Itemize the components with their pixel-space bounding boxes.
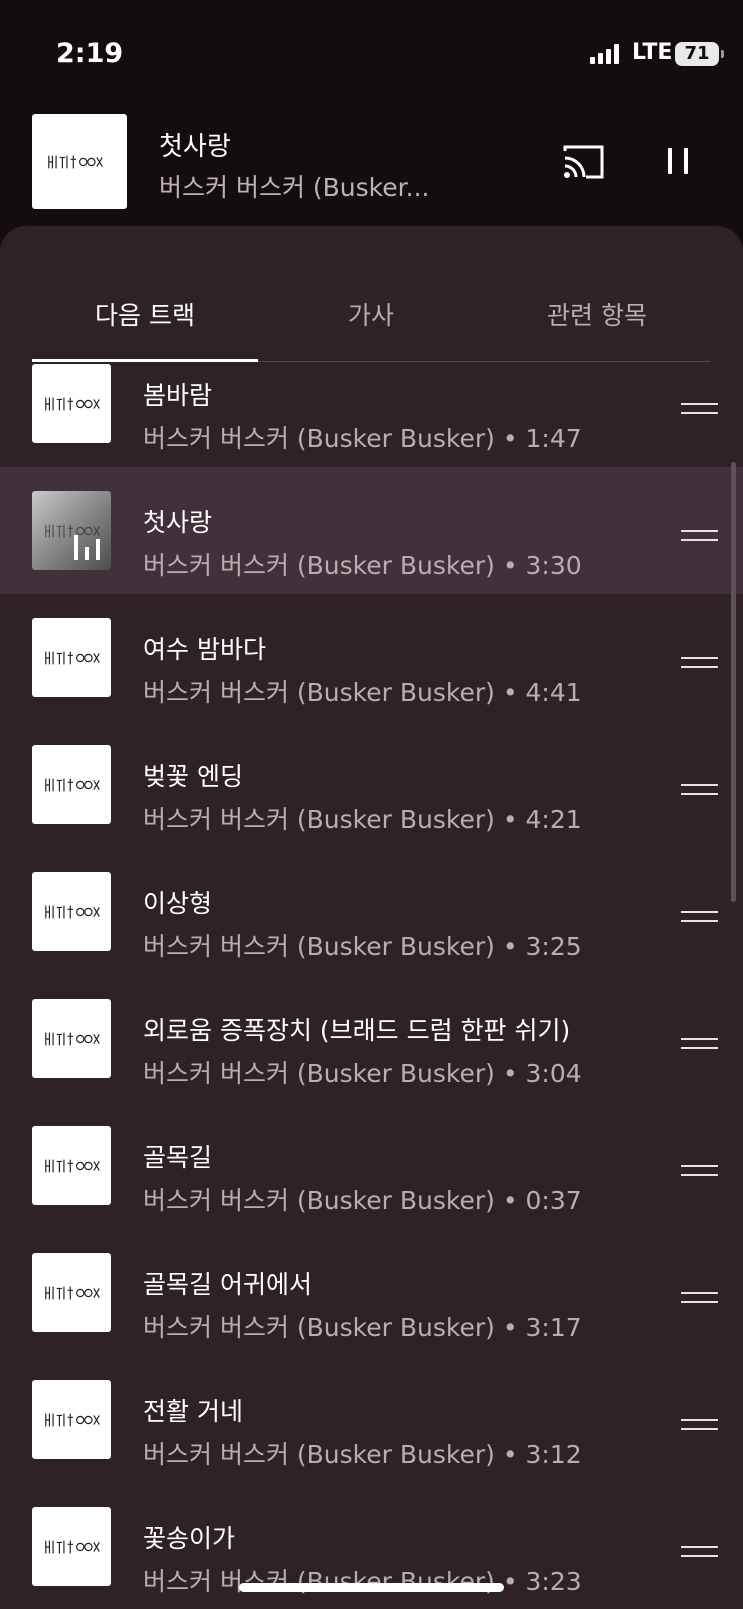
now-playing-artist[interactable]: 버스커 버스커 (Busker... [159, 168, 429, 204]
cast-icon [563, 145, 604, 179]
track-title: 골목길 어귀에서 [143, 1270, 312, 1299]
track-title: 벚꽃 엔딩 [143, 762, 243, 791]
track-thumbnail [32, 491, 111, 570]
track-thumbnail [32, 745, 111, 824]
album-logo-icon [45, 1540, 100, 1554]
track-title: 첫사랑 [143, 508, 213, 537]
drag-handle-icon[interactable] [681, 1543, 718, 1559]
queue-sheet: 다음 트랙 가사 관련 항목 봄바람 버스커 버스커 (Busker Buske… [0, 226, 743, 1609]
album-logo-icon [45, 651, 100, 665]
queue-item[interactable]: 전활 거네 버스커 버스커 (Busker Busker) • 3:12 [0, 1356, 743, 1483]
album-logo-icon [45, 397, 100, 411]
tab-bar: 다음 트랙 가사 관련 항목 [0, 226, 743, 362]
queue-item[interactable]: 여수 밤바다 버스커 버스커 (Busker Busker) • 4:41 [0, 594, 743, 721]
track-subtitle: 버스커 버스커 (Busker Busker) • 0:37 [143, 1186, 582, 1215]
cellular-signal-icon [590, 44, 622, 64]
home-indicator[interactable] [239, 1583, 504, 1592]
drag-handle-icon[interactable] [681, 527, 718, 543]
queue-item[interactable]: 골목길 어귀에서 버스커 버스커 (Busker Busker) • 3:17 [0, 1229, 743, 1356]
track-subtitle: 버스커 버스커 (Busker Busker) • 4:21 [143, 805, 582, 834]
track-thumbnail [32, 999, 111, 1078]
drag-handle-icon[interactable] [681, 400, 718, 416]
album-logo-icon [45, 1413, 100, 1427]
queue-item[interactable]: 이상형 버스커 버스커 (Busker Busker) • 3:25 [0, 848, 743, 975]
track-title: 골목길 [143, 1143, 213, 1172]
track-title: 외로움 증폭장치 (브래드 드럼 한판 쉬기) [143, 1016, 571, 1045]
track-thumbnail [32, 618, 111, 697]
drag-handle-icon[interactable] [681, 1416, 718, 1432]
track-subtitle: 버스커 버스커 (Busker Busker) • 1:47 [143, 424, 582, 453]
cast-button[interactable] [562, 144, 606, 180]
track-subtitle: 버스커 버스커 (Busker Busker) • 3:17 [143, 1313, 582, 1342]
track-title: 꽃송이가 [143, 1524, 236, 1553]
queue-item-current[interactable]: 첫사랑 버스커 버스커 (Busker Busker) • 3:30 [0, 467, 743, 594]
track-title: 전활 거네 [143, 1397, 243, 1426]
status-time: 2:19 [56, 38, 124, 69]
drag-handle-icon[interactable] [681, 654, 718, 670]
track-title: 이상형 [143, 889, 213, 918]
album-logo-icon [45, 778, 100, 792]
track-title: 여수 밤바다 [143, 635, 266, 664]
queue-item[interactable]: 벚꽃 엔딩 버스커 버스커 (Busker Busker) • 4:21 [0, 721, 743, 848]
now-playing-title[interactable]: 첫사랑 [159, 126, 231, 163]
track-thumbnail [32, 364, 111, 443]
battery-icon: 71 [675, 42, 724, 66]
album-logo-icon [45, 1032, 100, 1046]
drag-handle-icon[interactable] [681, 1162, 718, 1178]
mini-player[interactable]: 첫사랑 버스커 버스커 (Busker... [0, 108, 743, 218]
pause-icon [668, 148, 672, 174]
status-bar: 2:19 LTE 71 [0, 0, 743, 100]
network-type: LTE [632, 40, 673, 65]
drag-handle-icon[interactable] [681, 781, 718, 797]
track-subtitle: 버스커 버스커 (Busker Busker) • 3:12 [143, 1440, 582, 1469]
track-subtitle: 버스커 버스커 (Busker Busker) • 3:04 [143, 1059, 582, 1088]
tab-up-next[interactable]: 다음 트랙 [32, 296, 258, 332]
album-logo-icon [45, 905, 100, 919]
album-logo-icon [48, 155, 103, 169]
track-thumbnail [32, 1126, 111, 1205]
queue-list[interactable]: 봄바람 버스커 버스커 (Busker Busker) • 1:47 첫사랑 버… [0, 362, 743, 1609]
track-subtitle: 버스커 버스커 (Busker Busker) • 3:25 [143, 932, 582, 961]
pause-button[interactable] [664, 144, 694, 180]
track-thumbnail [32, 1380, 111, 1459]
track-thumbnail [32, 872, 111, 951]
album-logo-icon [45, 1286, 100, 1300]
track-subtitle: 버스커 버스커 (Busker Busker) • 3:30 [143, 551, 582, 580]
drag-handle-icon[interactable] [681, 1289, 718, 1305]
track-thumbnail [32, 1253, 111, 1332]
queue-item[interactable]: 외로움 증폭장치 (브래드 드럼 한판 쉬기) 버스커 버스커 (Busker … [0, 975, 743, 1102]
queue-item[interactable]: 봄바람 버스커 버스커 (Busker Busker) • 1:47 [0, 362, 743, 467]
equalizer-icon [74, 535, 100, 560]
album-logo-icon [45, 1159, 100, 1173]
track-title: 봄바람 [143, 381, 213, 410]
tab-related[interactable]: 관련 항목 [484, 296, 710, 332]
track-thumbnail [32, 1507, 111, 1586]
tab-lyrics[interactable]: 가사 [258, 296, 484, 332]
queue-item[interactable]: 골목길 버스커 버스커 (Busker Busker) • 0:37 [0, 1102, 743, 1229]
track-subtitle: 버스커 버스커 (Busker Busker) • 4:41 [143, 678, 582, 707]
drag-handle-icon[interactable] [681, 908, 718, 924]
track-subtitle: 버스커 버스커 (Busker Busker) • 3:23 [143, 1567, 582, 1596]
album-art[interactable] [32, 114, 127, 209]
scrollbar[interactable] [731, 462, 736, 902]
drag-handle-icon[interactable] [681, 1035, 718, 1051]
